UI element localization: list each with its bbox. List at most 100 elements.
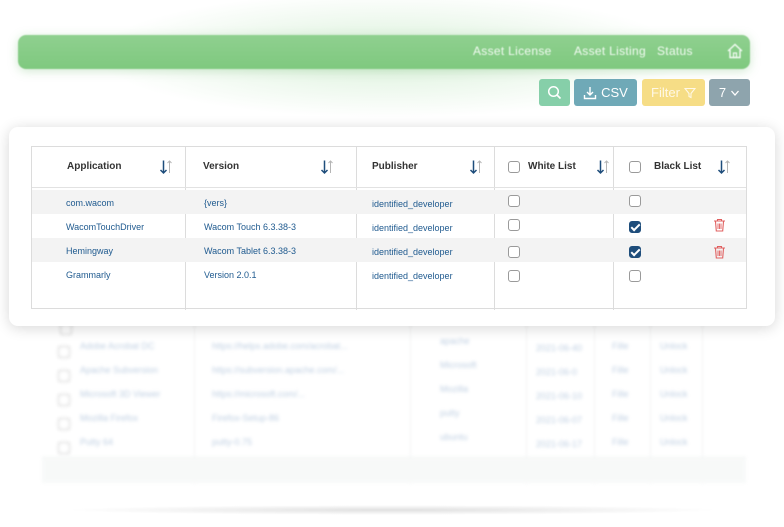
- bg-cell-name: Apache Subversion: [80, 365, 159, 375]
- bg-cell-name: Putty 64: [80, 437, 114, 447]
- cell-version: Wacom Touch 6.3.38-3: [204, 222, 297, 232]
- bg-cell-name: Adobe Acrobat DC: [80, 341, 155, 351]
- page-size-select[interactable]: 7: [709, 79, 750, 106]
- nav-status[interactable]: Status: [657, 44, 693, 58]
- table-row: WacomTouchDriver Wacom Touch 6.3.38-3 id…: [32, 214, 746, 238]
- application-table: Application Version Publisher White List: [31, 146, 747, 310]
- trash-icon[interactable]: [713, 245, 726, 259]
- sort-icon[interactable]: [320, 159, 334, 175]
- bg-table-row: Putty 64 putty-0.75 ubuntu 2021-06-17 Fi…: [42, 430, 746, 454]
- table-header: Application Version Publisher White List: [32, 147, 746, 188]
- bg-cell-status: Unlock: [660, 389, 688, 399]
- bg-cell-link: Firefox-Setup-86: [212, 413, 280, 423]
- bg-cell-date: 2021-06-17: [536, 439, 583, 449]
- black-list-checkbox[interactable]: [629, 195, 641, 207]
- top-nav-bar: Asset License Asset Listing Status: [18, 35, 750, 69]
- search-icon: [547, 85, 562, 100]
- bg-cell-status: Unlock: [660, 365, 688, 375]
- bg-table-row: Apache Subversion https://subversion.apa…: [42, 358, 746, 382]
- page-size-value: 7: [718, 85, 727, 100]
- bg-cell-status: Unlock: [660, 413, 688, 423]
- bg-cell-type: Fille: [612, 413, 629, 423]
- bg-row-checkbox: [58, 346, 70, 358]
- sort-icon[interactable]: [469, 159, 483, 175]
- filter-icon: [683, 87, 696, 98]
- table-row: Hemingway Wacom Tablet 6.3.38-3 identifi…: [32, 238, 746, 262]
- bg-cell-type: Fille: [612, 437, 629, 447]
- cell-application[interactable]: com.wacom: [66, 198, 114, 208]
- bg-cell-vendor: putty: [440, 408, 460, 418]
- cell-publisher: identified_developer: [372, 271, 453, 281]
- csv-export-button[interactable]: CSV: [574, 79, 637, 106]
- cell-version: Version 2.0.1: [204, 270, 257, 280]
- cell-application[interactable]: WacomTouchDriver: [66, 222, 144, 232]
- bg-cell-date: 2021-06-07: [536, 415, 583, 425]
- bg-cell-date: 2021-06-10: [536, 391, 583, 401]
- csv-label: CSV: [601, 85, 628, 100]
- white-list-checkbox[interactable]: [508, 195, 520, 207]
- trash-icon[interactable]: [713, 218, 726, 232]
- white-list-checkbox[interactable]: [508, 270, 520, 282]
- header-white-list[interactable]: White List: [528, 161, 576, 172]
- select-all-black-list-checkbox[interactable]: [629, 161, 641, 173]
- bg-cell-link: https://helpx.adobe.com/acrobat...: [212, 341, 348, 351]
- bg-cell-type: Fille: [612, 389, 629, 399]
- header-black-list[interactable]: Black List: [654, 161, 701, 172]
- bg-cell-date: 2021-06-0: [536, 367, 578, 377]
- home-icon[interactable]: [726, 42, 744, 60]
- sort-icon[interactable]: [717, 159, 731, 175]
- bg-cell-type: Fille: [612, 341, 629, 351]
- bg-cell-vendor: apache: [440, 336, 470, 346]
- bg-table-row: Microsoft 3D Viewer https://microsoft.co…: [42, 382, 746, 406]
- bg-cell-name: Microsoft 3D Viewer: [80, 389, 161, 399]
- bg-row-checkbox: [58, 370, 70, 382]
- header-publisher[interactable]: Publisher: [372, 161, 418, 172]
- cell-publisher: identified_developer: [372, 223, 453, 233]
- sort-icon[interactable]: [159, 159, 173, 175]
- bg-cell-name: Mozilla Firefox: [80, 413, 139, 423]
- download-icon: [583, 86, 597, 99]
- bg-row-checkbox: [58, 418, 70, 430]
- bottom-shadow: [62, 505, 722, 515]
- bg-table-row: Mozilla Firefox Firefox-Setup-86 putty 2…: [42, 406, 746, 430]
- cell-application[interactable]: Grammarly: [66, 270, 111, 280]
- header-application[interactable]: Application: [67, 161, 121, 172]
- black-list-checkbox[interactable]: [629, 246, 641, 258]
- white-list-checkbox[interactable]: [508, 219, 520, 231]
- bg-cell-vendor: Mozilla: [440, 384, 469, 394]
- table-row: com.wacom {vers} identified_developer: [32, 190, 746, 214]
- filter-label: Filter: [651, 85, 680, 100]
- cell-publisher: identified_developer: [372, 199, 453, 209]
- header-glow: [0, 0, 784, 140]
- cell-version: Wacom Tablet 6.3.38-3: [204, 246, 297, 256]
- bg-cell-link: https://subversion.apache.com/...: [212, 365, 345, 375]
- table-row: Grammarly Version 2.0.1 identified_devel…: [32, 262, 746, 286]
- sort-icon[interactable]: [596, 159, 610, 175]
- bg-cell-vendor: ubuntu: [440, 432, 468, 442]
- bg-table-footer: [42, 457, 746, 483]
- bg-row-checkbox: [58, 394, 70, 406]
- cell-application[interactable]: Hemingway: [66, 246, 113, 256]
- nav-asset-listing[interactable]: Asset Listing: [574, 44, 646, 58]
- header-version[interactable]: Version: [203, 161, 239, 172]
- bg-row-checkbox: [58, 442, 70, 454]
- search-button[interactable]: [539, 79, 570, 106]
- white-list-checkbox[interactable]: [508, 246, 520, 258]
- app-list-card: Application Version Publisher White List: [9, 127, 775, 326]
- black-list-checkbox[interactable]: [629, 221, 641, 233]
- black-list-checkbox[interactable]: [629, 270, 641, 282]
- bg-cell-link: https://microsoft.com/...: [212, 389, 306, 399]
- bg-cell-type: Fille: [612, 365, 629, 375]
- cell-publisher: identified_developer: [372, 247, 453, 257]
- bg-table-row: Adobe Acrobat DC https://helpx.adobe.com…: [42, 334, 746, 358]
- filter-button[interactable]: Filter: [642, 79, 705, 106]
- bg-cell-date: 2021-06-40: [536, 343, 583, 353]
- bg-cell-vendor: Microsoft: [440, 360, 477, 370]
- bg-cell-link: putty-0.75: [212, 437, 253, 447]
- select-all-white-list-checkbox[interactable]: [508, 161, 520, 173]
- nav-asset-license[interactable]: Asset License: [473, 44, 552, 58]
- bg-cell-status: Unlock: [660, 437, 688, 447]
- background-table: Adobe Acrobat DC https://helpx.adobe.com…: [42, 322, 746, 484]
- cell-version: {vers}: [204, 198, 228, 208]
- chevron-down-icon: [731, 90, 740, 96]
